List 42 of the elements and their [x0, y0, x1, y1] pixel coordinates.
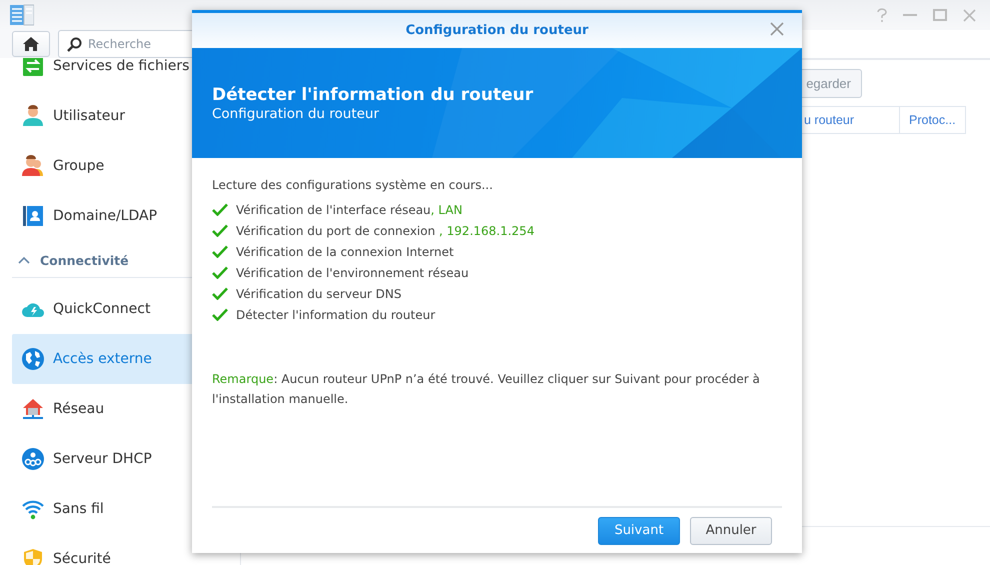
check-text: Vérification de la connexion Internet [236, 244, 454, 258]
check-text: Détecter l'information du routeur [236, 308, 436, 322]
sidebar-label: Groupe [53, 158, 104, 174]
dialog-title: Configuration du routeur [406, 23, 588, 38]
check-text: Vérification du port de connexion , 192.168.1.254 [236, 224, 534, 238]
close-icon [770, 22, 784, 36]
dialog-subheading: Configuration du routeur [212, 106, 380, 122]
sidebar-label: Domaine/LDAP [53, 208, 158, 224]
dialog-heading: Détecter l'information du routeur [212, 84, 534, 104]
collapse-icon[interactable] [18, 256, 30, 264]
close-icon[interactable] [963, 8, 976, 22]
check-text: Vérification du serveur DNS [236, 286, 402, 300]
globe-icon [21, 347, 45, 371]
sidebar-label: QuickConnect [53, 301, 150, 317]
home-button[interactable] [12, 31, 50, 57]
cancel-button[interactable]: Annuler [690, 516, 772, 544]
close-button[interactable] [770, 22, 786, 38]
sidebar-label: Sécurité [53, 551, 111, 565]
sidebar-label: Sans fil [53, 501, 104, 517]
sidebar-label: Réseau [53, 401, 104, 417]
sidebar-item[interactable]: Sécurité [12, 534, 240, 565]
house-network-icon [21, 397, 45, 421]
help-icon[interactable] [877, 8, 887, 22]
contact-book-icon [21, 204, 45, 228]
sidebar-label: Serveur DHCP [53, 451, 152, 467]
maximize-icon[interactable] [933, 9, 947, 21]
user-icon [21, 104, 45, 128]
sidebar-item[interactable]: Sans fil [12, 484, 240, 534]
network-node-icon [21, 447, 45, 471]
sidebar-label: Utilisateur [53, 108, 126, 124]
check-text: Vérification de l'interface réseau, LAN [236, 202, 462, 216]
check-text: Vérification de l'environnement réseau [236, 266, 469, 280]
search-icon [67, 37, 82, 52]
section-heading: Connectivité [40, 252, 129, 268]
app-icon [10, 4, 34, 26]
home-icon [22, 36, 40, 52]
sidebar-label: Services de fichiers [53, 58, 190, 74]
group-icon [21, 154, 45, 178]
sidebar-item[interactable]: Serveur DHCP [12, 434, 240, 484]
status-text: Lecture des configurations système en cours... [212, 178, 494, 192]
column-header[interactable]: Protoc... [900, 107, 966, 133]
sidebar-label: Accès externe [53, 351, 152, 367]
